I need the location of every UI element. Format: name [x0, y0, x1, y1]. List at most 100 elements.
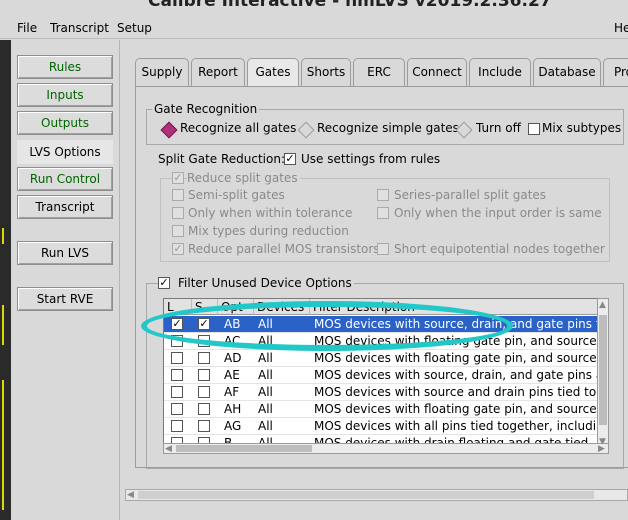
scroll-up-icon[interactable]: ▲ [599, 300, 606, 310]
use-settings-label[interactable]: Use settings from rules [301, 152, 440, 166]
semi-split-label[interactable]: Semi-split gates [188, 188, 285, 202]
row-l-checkbox[interactable] [171, 403, 183, 415]
use-settings-checkbox[interactable]: ✓ [284, 153, 296, 165]
background-layout-strip [0, 40, 11, 520]
nav-rules-button[interactable]: Rules [17, 55, 113, 79]
input-order-label[interactable]: Only when the input order is same [394, 206, 602, 220]
table-row[interactable]: AD All MOS devices with floating gate pin,… [164, 350, 608, 367]
row-l-checkbox[interactable] [171, 352, 183, 364]
tab-report[interactable]: Report [191, 58, 245, 87]
reduce-parallel-checkbox[interactable]: ✓ [172, 243, 184, 255]
row-s-checkbox[interactable] [198, 386, 210, 398]
tab-include[interactable]: Include [469, 58, 531, 87]
radio-simple-gates-label[interactable]: Recognize simple gates [317, 121, 459, 135]
gate-recognition-legend: Gate Recognition [152, 102, 260, 116]
reduce-split-label[interactable]: Reduce split gates [187, 171, 300, 185]
row-l-checkbox[interactable] [171, 369, 183, 381]
scroll-right-icon[interactable]: ▶ [598, 444, 605, 454]
menu-help[interactable]: He [614, 21, 628, 35]
row-opt: AF [224, 385, 240, 399]
table-horizontal-scrollbar[interactable]: ◀ ▶ [163, 443, 609, 454]
highlight-ellipse [141, 301, 513, 351]
filter-unused-label[interactable]: Filter Unused Device Options [162, 276, 352, 290]
row-opt: AG [224, 419, 242, 433]
tab-connect[interactable]: Connect [407, 58, 467, 87]
mix-subtypes-label[interactable]: Mix subtypes [542, 121, 621, 135]
nav-run-control-button[interactable]: Run Control [17, 167, 113, 191]
main-horizontal-thumb[interactable] [138, 491, 594, 499]
row-description: MOS devices with floating gate pin, and … [314, 402, 609, 416]
within-tolerance-label[interactable]: Only when within tolerance [188, 206, 352, 220]
row-description: MOS devices with all pins tied together,… [314, 419, 609, 433]
row-opt: AH [224, 402, 242, 416]
row-s-checkbox[interactable] [198, 352, 210, 364]
within-tolerance-checkbox[interactable] [172, 207, 184, 219]
table-row[interactable]: AH All MOS devices with floating gate pin,… [164, 401, 609, 418]
split-gate-label: Split Gate Reduction: [158, 152, 286, 166]
tab-bar: Supply Report Gates Shorts ERC Connect I… [135, 58, 628, 88]
window-title: Calibre Interactive - nmLVS v2019.2.36.2… [148, 0, 552, 11]
row-description: MOS devices with source, drain, and gate… [314, 368, 608, 382]
nav-inputs-button[interactable]: Inputs [17, 83, 113, 107]
sidebar: Rules Inputs Outputs LVS Options Run Con… [11, 40, 120, 520]
row-opt: AE [224, 368, 240, 382]
mix-types-label[interactable]: Mix types during reduction [188, 224, 349, 238]
menu-file[interactable]: File [17, 21, 37, 35]
menu-setup[interactable]: Setup [117, 21, 152, 35]
tab-shorts[interactable]: Shorts [301, 58, 351, 87]
tab-erc[interactable]: ERC [353, 58, 405, 87]
filter-unused-checkbox[interactable]: ✓ [158, 277, 170, 289]
nav-lvs-options-button[interactable]: LVS Options [17, 140, 113, 164]
scroll-left-icon[interactable]: ◀ [165, 444, 172, 454]
row-devices: All [258, 351, 273, 365]
mix-subtypes-checkbox[interactable] [528, 123, 540, 135]
radio-turn-off-label[interactable]: Turn off [476, 121, 521, 135]
start-rve-button[interactable]: Start RVE [17, 287, 113, 311]
row-s-checkbox[interactable] [198, 369, 210, 381]
table-horizontal-thumb[interactable] [176, 445, 312, 452]
row-devices: All [258, 385, 273, 399]
table-vertical-scrollbar[interactable]: ▲ ▼ [597, 298, 609, 450]
row-opt: AD [224, 351, 242, 365]
layout-line [2, 228, 4, 244]
table-row[interactable]: AG All MOS devices with all pins tied toge… [164, 418, 609, 435]
mix-types-checkbox[interactable] [172, 225, 184, 237]
input-order-checkbox[interactable] [377, 207, 389, 219]
title-bar: Calibre Interactive - nmLVS v2019.2.36.2… [0, 0, 628, 14]
main-area: Supply Report Gates Shorts ERC Connect I… [121, 40, 628, 520]
semi-split-checkbox[interactable] [172, 189, 184, 201]
menu-bar: File Transcript Setup He [0, 17, 628, 39]
reduce-parallel-label[interactable]: Reduce parallel MOS transistors [188, 242, 380, 256]
tab-supply[interactable]: Supply [135, 58, 189, 87]
tab-gates[interactable]: Gates [247, 58, 299, 88]
table-row[interactable]: AF All MOS devices with source and drain p… [164, 384, 609, 401]
reduce-split-checkbox[interactable]: ✓ [172, 172, 184, 184]
tab-database[interactable]: Database [533, 58, 601, 87]
short-equipotential-checkbox[interactable] [377, 243, 389, 255]
table-row[interactable]: AE All MOS devices with source, drain, and… [164, 367, 608, 384]
row-l-checkbox[interactable] [171, 386, 183, 398]
row-s-checkbox[interactable] [198, 403, 210, 415]
series-parallel-checkbox[interactable] [377, 189, 389, 201]
run-lvs-button[interactable]: Run LVS [17, 241, 113, 265]
row-s-checkbox[interactable] [198, 420, 210, 432]
row-devices: All [258, 368, 273, 382]
nav-transcript-button[interactable]: Transcript [17, 195, 113, 219]
main-horizontal-scrollbar[interactable]: ◀ [125, 489, 628, 501]
series-parallel-label[interactable]: Series-parallel split gates [394, 188, 546, 202]
layout-line [2, 305, 4, 345]
layout-line [2, 380, 4, 510]
row-devices: All [258, 402, 273, 416]
nav-outputs-button[interactable]: Outputs [17, 111, 113, 135]
row-devices: All [258, 419, 273, 433]
main-scroll-left-icon[interactable]: ◀ [127, 490, 134, 500]
tab-pro[interactable]: Pro [603, 58, 628, 87]
short-equipotential-label[interactable]: Short equipotential nodes together [394, 242, 605, 256]
row-l-checkbox[interactable] [171, 420, 183, 432]
table-vertical-thumb[interactable] [599, 315, 607, 425]
filter-legend: ✓ Filter Unused Device Options [158, 276, 354, 290]
row-description: MOS devices with floating gate pin, and … [314, 351, 608, 365]
radio-all-gates-label[interactable]: Recognize all gates [180, 121, 296, 135]
menu-transcript[interactable]: Transcript [50, 21, 109, 35]
row-description: MOS devices with source and drain pins t… [314, 385, 609, 399]
